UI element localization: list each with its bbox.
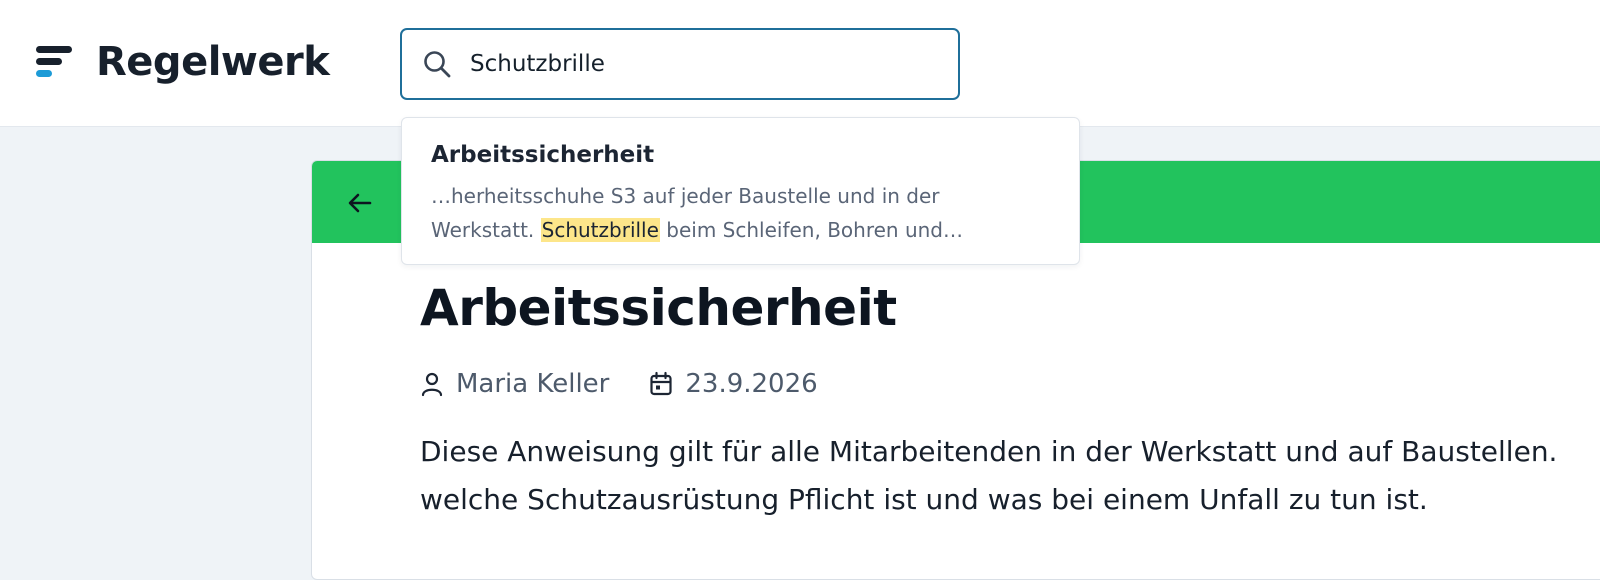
stacked-lines-logo-icon[interactable] (36, 46, 72, 78)
article-body-line: welche Schutzausrüstung Pflicht ist und … (420, 483, 1428, 516)
article-author: Maria Keller (456, 369, 610, 399)
article-title: Arbeitssicherheit (420, 279, 897, 337)
search-match-highlight: Schutzbrille (540, 218, 660, 242)
search-input[interactable] (470, 38, 940, 90)
logo-bar (36, 58, 62, 65)
suggestion-title: Arbeitssicherheit (431, 142, 655, 168)
top-bar: Regelwerk (0, 0, 1600, 127)
logo-bar (36, 46, 72, 53)
article-body: Diese Anweisung gilt für alle Mitarbeite… (420, 428, 1600, 524)
article-body-line: Diese Anweisung gilt für alle Mitarbeite… (420, 435, 1558, 468)
snippet-text: …herheitsschuhe S3 auf jeder Baustelle u… (431, 184, 940, 208)
search-icon (424, 51, 451, 78)
logo-bar (36, 70, 52, 77)
article-date: 23.9.2026 (685, 369, 818, 399)
search-suggestions-dropdown: Arbeitssicherheit …herheitsschuhe S3 auf… (401, 117, 1080, 265)
arrow-left-icon[interactable] (346, 189, 374, 217)
snippet-text: Werkstatt. (431, 218, 541, 242)
brand-name[interactable]: Regelwerk (96, 36, 330, 88)
suggestion-snippet: …herheitsschuhe S3 auf jeder Baustelle u… (431, 179, 1051, 247)
snippet-text: beim Schleifen, Bohren und… (659, 218, 963, 242)
article-meta: Maria Keller 23.9.2026 (420, 366, 818, 402)
user-icon (421, 372, 443, 397)
calendar-icon (650, 371, 672, 396)
search-box[interactable] (400, 28, 960, 100)
